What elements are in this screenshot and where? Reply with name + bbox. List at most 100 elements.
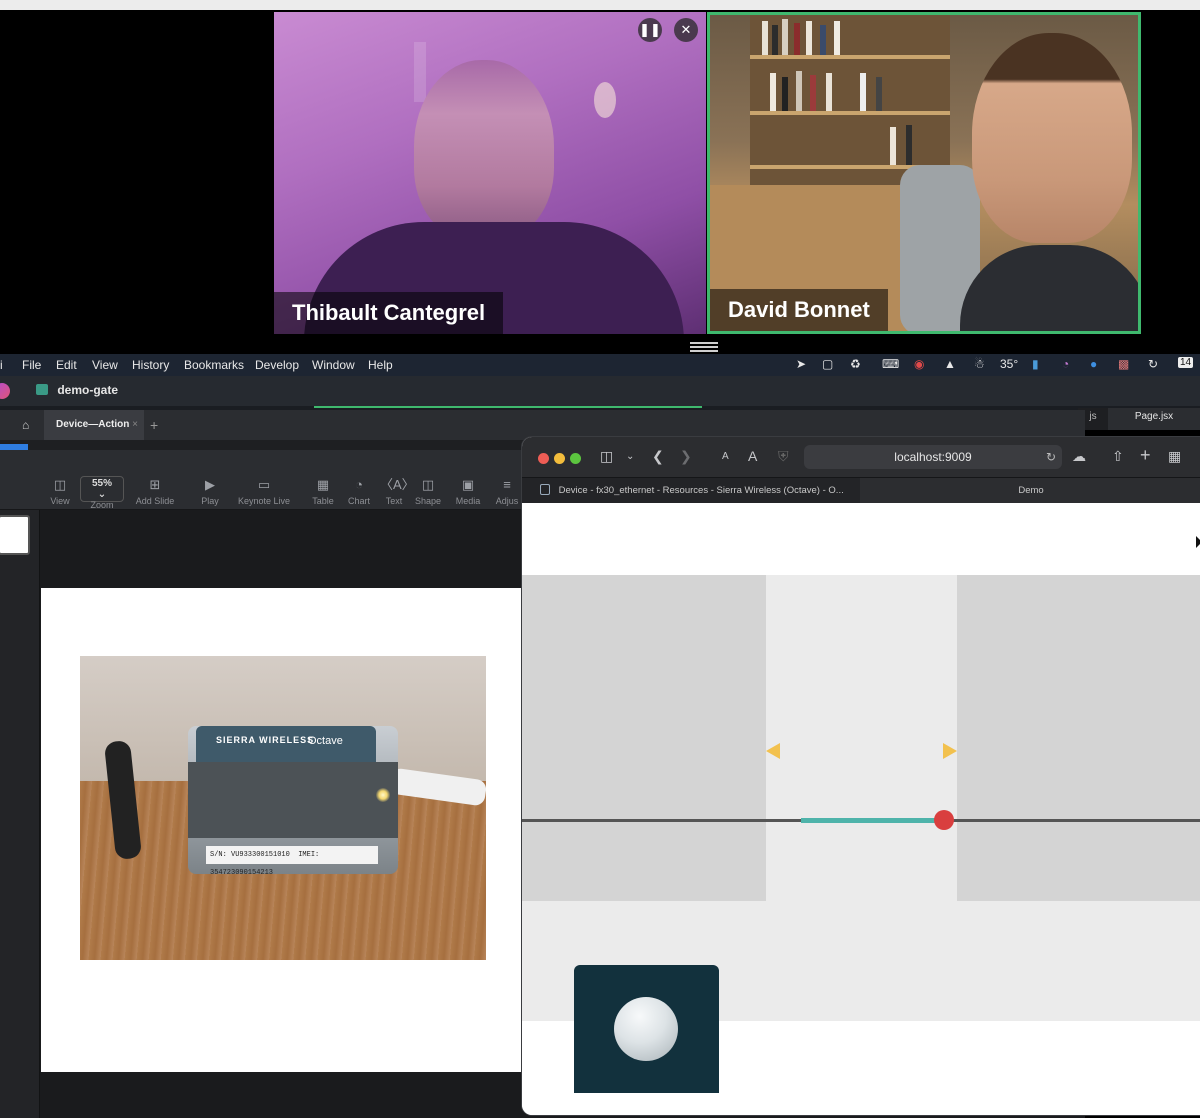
menu-app-name[interactable]: i [0,358,3,372]
gate-slider-knob[interactable] [933,810,954,830]
screenshot-icon[interactable]: ▢ [822,357,833,371]
url-text: localhost:9009 [894,450,972,464]
participant-video-thibault [414,60,554,240]
weather-icon[interactable]: ☃ [974,357,985,371]
address-bar[interactable]: localhost:9009 ↻ [804,445,1062,469]
memory-icon[interactable]: ▩ [1118,357,1129,371]
time-machine-icon[interactable]: ↻ [1148,357,1158,371]
right-gate-panel [957,575,1200,901]
icloud-icon[interactable]: ☁ [1072,448,1086,465]
keynote-live-button[interactable]: ▭ Keynote Live [234,450,294,506]
device-photo[interactable]: SIERRA WIRELESS Octave S/N: VU9333001510… [80,656,486,960]
vpn-icon[interactable]: ▲ [944,357,956,371]
play-button[interactable]: ▶ Play [196,450,224,506]
chevron-down-icon[interactable]: ⌄ [626,451,634,462]
minimize-window-button[interactable] [554,453,565,464]
temperature-label: 35° [1000,357,1019,371]
call-window-titlebar [0,0,1200,10]
table-icon: ▦ [316,477,330,492]
adjust-button[interactable]: ≡ Adjus [492,450,522,506]
profile-avatar[interactable] [0,383,10,399]
menu-bookmarks[interactable]: Bookmarks [184,358,244,372]
menu-view[interactable]: View [92,358,118,372]
zoom-window-button[interactable] [570,453,581,464]
menu-develop[interactable]: Develop [255,358,299,372]
split-resize-handle[interactable] [690,340,718,354]
new-tab-icon[interactable]: + [150,417,158,433]
menu-edit[interactable]: Edit [56,358,77,372]
stats-icon[interactable]: ● [1090,357,1097,371]
keynote-tab-label: Device—Action [56,419,130,430]
slide-navigator [0,510,40,1118]
table-button[interactable]: ▦ Table [308,450,338,506]
shape-button[interactable]: ◫ Shape [412,450,444,506]
ide-tab-page-jsx[interactable]: Page.jsx [1108,408,1200,430]
new-tab-plus-icon[interactable]: + [1140,445,1151,466]
text-button[interactable]: 〈A〉 Text [380,450,415,506]
safari-window: ◫ ⌄ ❮ ❯ A A ⛨ localhost:9009 ↻ ☁ ⇧ + ▦ D… [522,437,1200,1115]
back-icon[interactable]: ❮ [652,448,664,465]
arrow-left-icon[interactable] [766,743,780,759]
device-serial-label: S/N: VU933300151010 IMEI: 35472309015421… [206,846,378,877]
media-button[interactable]: ▣ Media [452,450,484,506]
participant-video-david [972,33,1132,243]
device-led [376,788,390,802]
button-card[interactable] [574,965,719,1093]
sync-icon[interactable]: ♻ [850,357,861,371]
view-icon: ◫ [53,477,67,492]
keyboard-icon[interactable]: ⌨ [882,357,899,371]
screen: ❚❚ ✕ Thibault Cantegrel David Bonnet i F… [0,0,1200,1118]
slide[interactable]: SIERRA WIRELESS Octave S/N: VU9333001510… [41,588,561,1072]
tab-demo[interactable]: Demo [860,478,1200,504]
keynote-tab-bar: ⌂ Device—Action × + [0,410,1085,440]
play-icon: ▶ [205,477,215,492]
text-smaller-icon[interactable]: A [722,451,729,462]
project-tab[interactable]: demo-gate [36,383,118,397]
share-icon[interactable]: ⇧ [1112,448,1124,465]
menu-history[interactable]: History [132,358,169,372]
round-button[interactable] [614,997,678,1061]
video-tile-david[interactable]: David Bonnet [707,12,1141,334]
device-brand-text: SIERRA WIRELESS [216,735,315,745]
tab-octave-resources[interactable]: Device - fx30_ethernet - Resources - Sie… [522,478,860,504]
calendar-date-badge[interactable]: 14 [1178,357,1194,368]
close-icon[interactable]: ✕ [674,18,698,42]
text-larger-icon[interactable]: A [748,448,757,464]
location-icon[interactable]: ➤ [796,357,806,371]
close-window-button[interactable] [538,453,549,464]
folder-icon [36,384,48,395]
view-button[interactable]: ◫ View [48,450,72,506]
tab-overview-icon[interactable]: ▦ [1168,448,1181,465]
shield-icon[interactable]: ⛨ [778,448,789,465]
gate-track-fill [800,818,944,823]
add-slide-button[interactable]: ⊞ Add Slide [130,450,180,506]
zoom-button[interactable]: 55% ⌄ Zoom [80,450,124,510]
demo-page [522,503,1200,1115]
video-tile-thibault[interactable]: ❚❚ ✕ Thibault Cantegrel [274,12,706,334]
battery-graph-icon[interactable]: ▮ [1032,357,1039,371]
arrow-right-icon[interactable] [943,743,957,759]
slide-thumbnail[interactable] [0,515,30,555]
home-icon[interactable]: ⌂ [22,418,29,432]
close-tab-icon[interactable]: × [132,410,138,440]
loading-progress-bar [314,406,702,408]
tab-title: Demo [1018,485,1044,496]
privacy-icon[interactable]: ◉ [914,357,924,371]
project-name: demo-gate [57,383,119,397]
reload-icon[interactable]: ↻ [1046,445,1056,469]
keynote-live-icon: ▭ [257,477,271,492]
pause-icon[interactable]: ❚❚ [638,18,662,42]
left-gate-panel [522,575,766,901]
add-slide-icon: ⊞ [149,477,161,492]
menu-window[interactable]: Window [312,358,355,372]
forward-icon[interactable]: ❯ [680,448,692,465]
sidebar-toggle-icon[interactable]: ◫ [600,448,613,465]
octave-device: SIERRA WIRELESS Octave S/N: VU9333001510… [188,726,398,877]
menu-file[interactable]: File [22,358,41,372]
keynote-document-tab[interactable]: Device—Action × [44,410,144,440]
text-icon: 〈A〉 [380,477,415,492]
pie-chart-icon[interactable]: ◔ [1062,357,1069,371]
chart-button[interactable]: ◔ Chart [344,450,374,506]
menu-help[interactable]: Help [368,358,393,372]
favicon-icon [540,484,550,495]
